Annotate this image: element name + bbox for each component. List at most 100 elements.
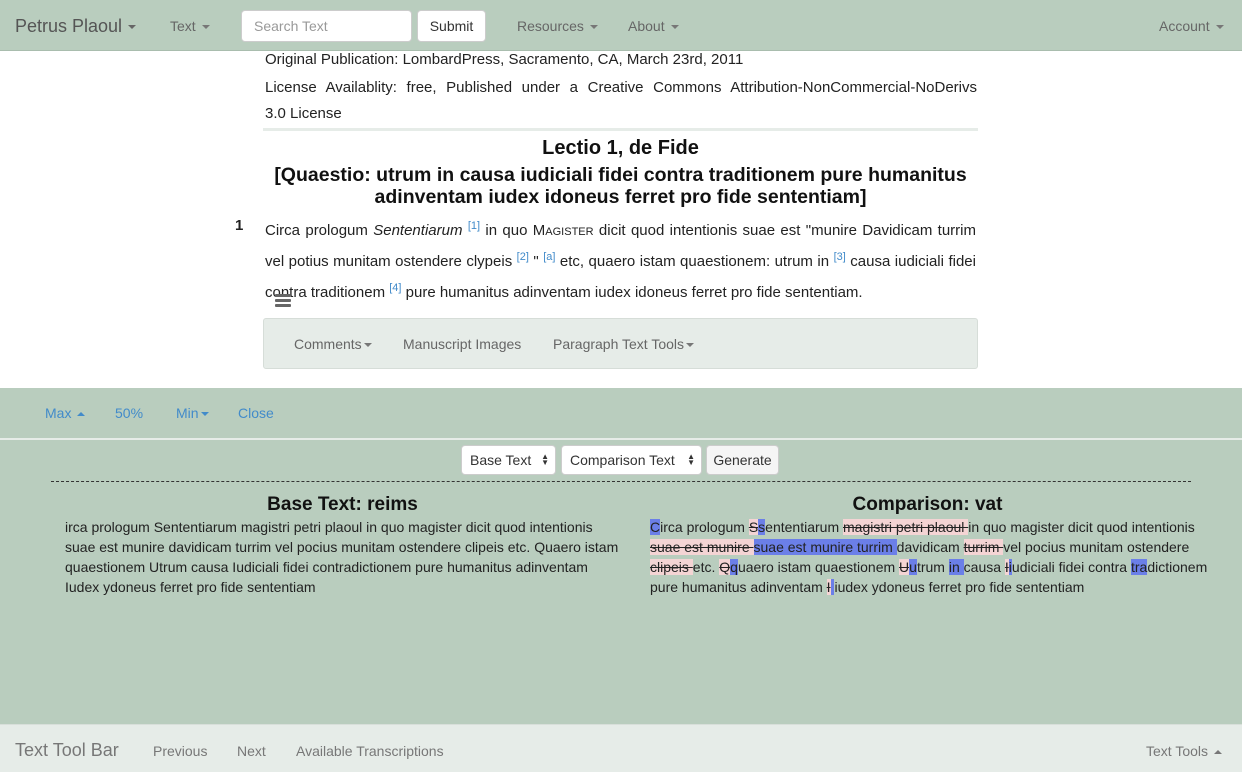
search-input[interactable]	[241, 10, 412, 42]
footnote-link[interactable]: [3]	[834, 251, 846, 263]
diff-insertion: q	[730, 559, 738, 575]
paragraph-number: 1	[235, 217, 244, 234]
chevron-down-icon	[589, 25, 598, 30]
dashed-divider	[51, 481, 1191, 482]
submit-button[interactable]: Submit	[417, 10, 486, 42]
diff-common: irca prologum	[660, 519, 749, 535]
text-tools-menu[interactable]: Text Tools	[1146, 743, 1222, 759]
max-button[interactable]: Max	[45, 405, 86, 421]
comments-menu[interactable]: Comments	[294, 336, 372, 352]
comparison-text-body: Circa prologum Ssententiarum magistri pe…	[650, 517, 1210, 597]
chevron-down-icon	[201, 25, 210, 30]
half-button[interactable]: 50%	[115, 405, 143, 421]
about-menu[interactable]: About	[628, 18, 679, 34]
chevron-down-icon	[363, 343, 372, 348]
account-label: Account	[1159, 18, 1210, 34]
generate-button[interactable]: Generate	[706, 445, 779, 475]
min-menu[interactable]: Min	[176, 405, 209, 421]
brand-menu[interactable]: Petrus Plaoul	[15, 16, 137, 37]
diff-deletion: S	[748, 519, 759, 535]
chevron-down-icon	[686, 343, 695, 348]
chevron-up-icon	[77, 412, 86, 417]
paragraph-text: Circa prologum Sententiarum [1] in quo M…	[265, 213, 976, 306]
resources-label: Resources	[517, 18, 584, 34]
about-label: About	[628, 18, 665, 34]
paragraph-text-tools-menu[interactable]: Paragraph Text Tools	[553, 336, 695, 352]
diff-insertion: tra	[1130, 559, 1148, 575]
diff-common: trum	[916, 559, 949, 575]
lectio-title: Lectio 1, de Fide	[542, 137, 699, 159]
next-link[interactable]: Next	[237, 743, 266, 759]
comparison-text-select-value: Comparison Text	[570, 452, 675, 468]
diff-common: causa	[963, 559, 1005, 575]
diff-deletion: I	[826, 579, 831, 595]
base-text-heading: Base Text: reims	[267, 494, 418, 515]
paragraph-text-tools-label: Paragraph Text Tools	[553, 336, 685, 352]
account-menu[interactable]: Account	[1159, 18, 1224, 34]
chevron-up-icon	[1214, 750, 1222, 755]
diff-common: ententiarum	[765, 519, 843, 535]
base-text-select[interactable]: Base Text ▲ ▼	[461, 445, 556, 475]
paragraph-tools-panel: Comments Manuscript Images Paragraph Tex…	[263, 318, 978, 369]
diff-insertion: u	[909, 559, 917, 575]
license-info-line2: 3.0 License	[265, 105, 342, 122]
text-tool-bar: Text Tool Bar Previous Next Available Tr…	[0, 724, 1242, 772]
comparison-pane: Max 50% Min Close Base Text ▲ ▼ Comparison…	[0, 388, 1242, 724]
diff-common: udiciali fidei contra	[1011, 559, 1131, 575]
publication-info: Original Publication: LombardPress, Sacr…	[265, 51, 744, 68]
paragraph-segment: Circa prologum	[265, 222, 374, 239]
paragraph-segment: pure humanitus adinventam iudex idoneus …	[401, 284, 863, 301]
text-menu[interactable]: Text	[170, 18, 210, 34]
footnote-link[interactable]: [1]	[468, 220, 480, 232]
diff-deletion: U	[899, 559, 910, 575]
diff-insertion: suae est munire turrim	[753, 539, 897, 555]
divider	[263, 128, 978, 131]
footnote-link[interactable]: [4]	[389, 282, 401, 294]
diff-insertion: in	[948, 559, 964, 575]
available-transcriptions-link[interactable]: Available Transcriptions	[296, 743, 444, 759]
diff-common: etc.	[692, 559, 720, 575]
text-tool-bar-title: Text Tool Bar	[15, 740, 119, 760]
diff-common: uaero istam quaestionem	[737, 559, 900, 575]
diff-deletion: clipeis	[650, 559, 693, 575]
select-arrows-icon: ▲ ▼	[541, 452, 549, 467]
max-label: Max	[45, 405, 72, 421]
diff-common: di	[1147, 559, 1159, 575]
min-label: Min	[176, 405, 199, 421]
server-stack-icon[interactable]	[275, 294, 291, 309]
manuscript-images-link[interactable]: Manuscript Images	[403, 336, 521, 352]
paragraph-segment: "	[528, 253, 544, 270]
resources-menu[interactable]: Resources	[517, 18, 598, 34]
diff-common: in quo magister dicit quod intentionis	[968, 519, 1195, 535]
diff-insertion: C	[650, 519, 661, 535]
paragraph-segment: etc, quaero istam quaestionem: utrum in	[555, 253, 834, 270]
diff-deletion: magistri petri plaoul	[843, 519, 969, 535]
diff-common: davidicam	[896, 539, 964, 555]
text-menu-label: Text	[170, 18, 196, 34]
base-text-body: irca prologum Sententiarum magistri petr…	[65, 519, 619, 595]
footnote-link[interactable]: [2]	[517, 251, 529, 263]
variant-link[interactable]: [a]	[543, 251, 555, 263]
chevron-down-icon	[200, 412, 209, 417]
diff-common: iudex ydoneus ferret pro fide sententiam	[834, 579, 1085, 595]
diff-deletion: suae est munire	[650, 539, 754, 555]
brand-label: Petrus Plaoul	[15, 16, 123, 36]
comparison-heading: Comparison: vat	[852, 494, 1003, 515]
chevron-down-icon	[128, 25, 137, 30]
previous-link[interactable]: Previous	[153, 743, 207, 759]
text-tools-label: Text Tools	[1146, 743, 1208, 759]
select-arrows-icon: ▲ ▼	[687, 452, 695, 467]
diff-deletion: Q	[719, 559, 731, 575]
comparison-text-select[interactable]: Comparison Text ▲ ▼	[561, 445, 702, 475]
license-info-line1: License Availablity: free, Published und…	[265, 79, 977, 96]
top-navbar: Petrus Plaoul Text Submit Resources Abou…	[0, 0, 1242, 51]
diff-common: vel pocius munitam ostendere	[1003, 539, 1190, 555]
quaestio-heading: [Quaestio: utrum in causa iudiciali fide…	[274, 164, 967, 208]
comments-label: Comments	[294, 336, 362, 352]
paragraph-name: Magister	[532, 222, 594, 239]
chevron-down-icon	[1215, 25, 1224, 30]
paragraph-title-ref: Sententiarum	[373, 222, 463, 239]
diff-deletion: turrim	[963, 539, 1004, 555]
base-text-select-value: Base Text	[470, 452, 532, 468]
close-button[interactable]: Close	[238, 405, 274, 421]
